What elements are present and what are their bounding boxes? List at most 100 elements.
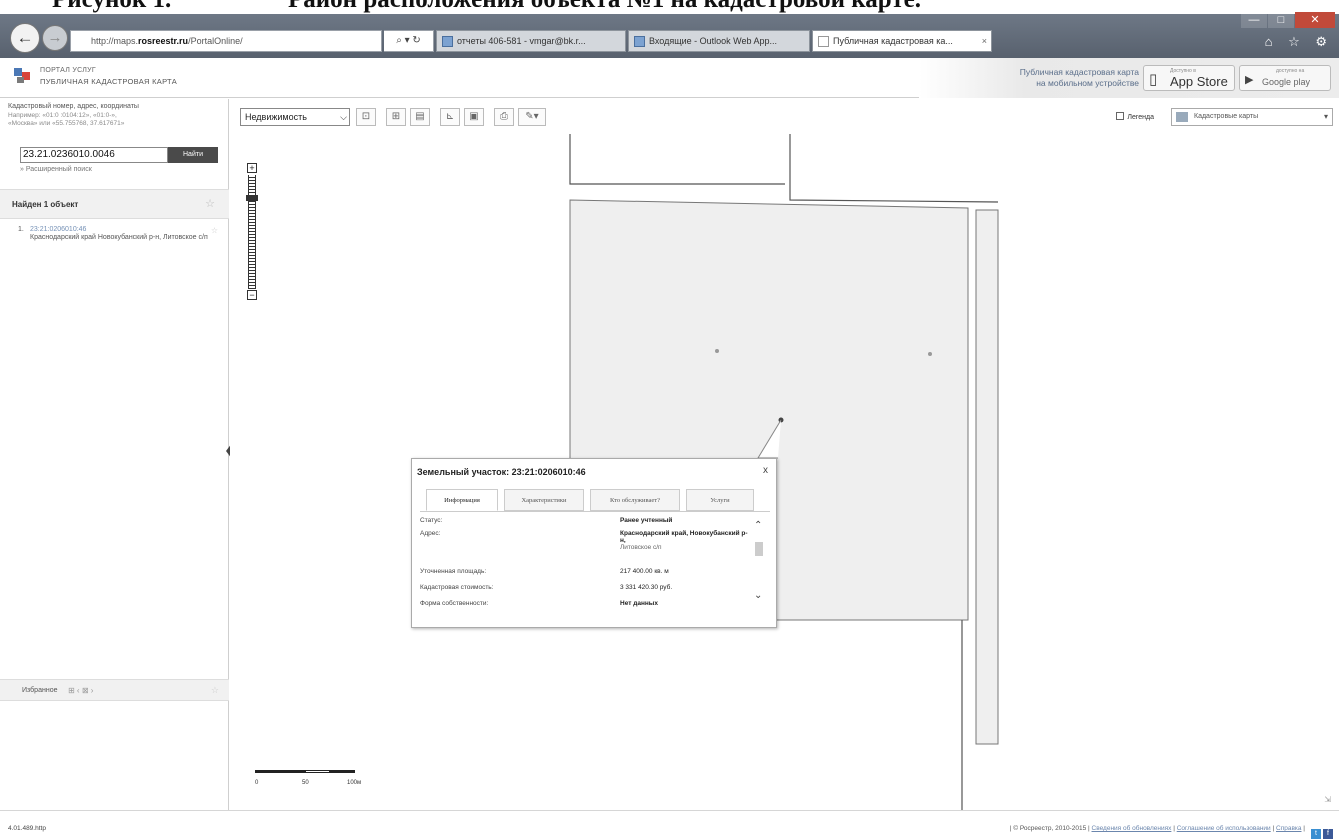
draw-tool-icon[interactable]: ✎▾: [518, 108, 546, 126]
address-bar[interactable]: http://maps.rosreestr.ru/PortalOnline/: [70, 30, 382, 52]
layer-select-value: Недвижимость: [245, 112, 307, 122]
mobile-app-text[interactable]: Публичная кадастровая карта на мобильном…: [949, 67, 1139, 89]
tab-label: Входящие - Outlook Web App...: [649, 36, 778, 46]
browser-toolbar: ← → http://maps.rosreestr.ru/PortalOnlin…: [0, 12, 1339, 58]
info-key: Статус:: [420, 517, 443, 524]
tab-info[interactable]: Информация: [426, 489, 498, 511]
point-marker: [715, 349, 719, 353]
search-hint-example2: «Москва» или «55.755768, 37.617671»: [8, 120, 125, 127]
minimize-button[interactable]: —: [1241, 12, 1267, 28]
tab-services[interactable]: Услуги: [686, 489, 754, 511]
rosreestr-logo-icon: [14, 66, 34, 84]
document-caption: Рисунок 1. Район расположения объекта №1…: [0, 0, 1339, 14]
favorites-star-icon[interactable]: ☆: [211, 685, 219, 696]
browser-tab[interactable]: Входящие - Outlook Web App...: [628, 30, 810, 52]
tab-favicon-icon: [634, 36, 645, 47]
caption-number: Рисунок 1.: [52, 0, 171, 14]
terms-link[interactable]: Соглашение об использовании: [1177, 825, 1271, 832]
result-cadastral-id[interactable]: 23:21:0206010:46: [30, 226, 220, 234]
point-marker: [928, 352, 932, 356]
scroll-thumb[interactable]: [755, 542, 763, 556]
tab-label: Публичная кадастровая ка...: [833, 36, 953, 46]
favorites-nav-icons[interactable]: ⊞ ‹ ⊠ ›: [68, 686, 93, 695]
appstore-button[interactable]: ▯ Доступно в App Store: [1143, 65, 1235, 91]
version-label: 4.01.489.http: [8, 825, 46, 832]
tab-label: отчеты 406-581 - vmgar@bk.r...: [457, 36, 586, 46]
left-panel: Кадастровый номер, адрес, координаты Нап…: [0, 99, 229, 810]
url-prefix: http://maps.: [91, 36, 139, 46]
forward-button[interactable]: →: [42, 25, 68, 51]
close-window-button[interactable]: ✕: [1295, 12, 1335, 28]
tab-characteristics[interactable]: Характеристики: [504, 489, 584, 511]
select-area-icon[interactable]: ⊞: [386, 108, 406, 126]
results-count: Найден 1 объект: [12, 200, 79, 209]
back-button[interactable]: ←: [10, 23, 40, 53]
result-address: Краснодарский край Новокубанский р-н, Ли…: [30, 234, 208, 241]
info-value: 3 331 420.30 руб.: [620, 584, 673, 591]
resize-grip-icon[interactable]: ⇲: [1324, 795, 1331, 804]
info-key: Адрес:: [420, 530, 441, 537]
scroll-up-icon[interactable]: ⌃: [754, 520, 762, 531]
twitter-icon[interactable]: t: [1311, 829, 1321, 839]
scale-label: 100м: [347, 780, 362, 786]
help-link[interactable]: Справка: [1276, 825, 1302, 832]
googleplay-small-label: доступно на: [1276, 68, 1305, 74]
list-item[interactable]: 1. 23:21:0206010:46 Краснодарский край Н…: [18, 226, 220, 242]
search-hint-examples: Например: «01:0 :0104:12», «01:0-», «Мос…: [8, 112, 223, 128]
scroll-down-icon[interactable]: ⌄: [754, 590, 762, 601]
map-canvas[interactable]: [230, 134, 1339, 810]
zoom-slider-thumb[interactable]: [246, 195, 258, 201]
browser-toolbar-icons[interactable]: ⌂ ☆ ⚙: [1265, 34, 1333, 50]
browser-tab[interactable]: отчеты 406-581 - vmgar@bk.r...: [436, 30, 626, 52]
layer-select[interactable]: Недвижимость ⌵: [240, 108, 350, 126]
print-icon[interactable]: ⎙: [494, 108, 514, 126]
zoom-out-button[interactable]: −: [247, 290, 257, 300]
browser-tab-active[interactable]: Публичная кадастровая ка... ×: [812, 30, 992, 52]
search-input[interactable]: 23.21.0236010.0046: [20, 147, 168, 163]
tab-close-icon[interactable]: ×: [982, 31, 987, 51]
maximize-button[interactable]: □: [1268, 12, 1294, 28]
search-button[interactable]: Найти: [168, 147, 218, 163]
zoom-in-button[interactable]: +: [247, 163, 257, 173]
parcel-info-popup: Земельный участок: 23:21:0206010:46 x Ин…: [411, 458, 777, 628]
favorites-bar: Избранное ⊞ ‹ ⊠ › ☆: [0, 679, 229, 701]
close-icon[interactable]: x: [763, 465, 768, 476]
info-value: 217 400.00 кв. м: [620, 568, 669, 575]
result-star-icon[interactable]: ☆: [211, 226, 218, 235]
zoom-slider[interactable]: [248, 175, 256, 289]
googleplay-button[interactable]: ▶ доступно на Google play: [1239, 65, 1331, 91]
map-area[interactable]: Недвижимость ⌵ ⊡ ⊞ ▤ ⊾ ▣ ⎙ ✎▾ Легенда Ка…: [230, 99, 1339, 810]
portal-title[interactable]: ПУБЛИЧНАЯ КАДАСТРОВАЯ КАРТА: [40, 77, 177, 86]
address-sub: Литовское с/п: [620, 544, 662, 551]
chevron-down-icon: ▾: [1323, 112, 1328, 121]
tab-who-serves[interactable]: Кто обслуживает?: [590, 489, 680, 511]
search-hint-example1: Например: «01:0 :0104:12», «01:0-»,: [8, 112, 117, 119]
popup-scrollbar[interactable]: ⌃ ⌄: [754, 520, 764, 610]
advanced-search-link[interactable]: » Расширенный поиск: [20, 166, 92, 173]
updates-link[interactable]: Сведения об обновлениях: [1092, 825, 1172, 832]
results-header: Найден 1 объект ☆: [0, 189, 229, 219]
separator: |: [1301, 825, 1305, 832]
googleplay-label: Google play: [1262, 77, 1311, 87]
facebook-icon[interactable]: f: [1323, 829, 1333, 839]
info-key: Уточненная площадь:: [420, 568, 487, 575]
tab-favicon-icon: [442, 36, 453, 47]
identify-tool-icon[interactable]: ⊡: [356, 108, 376, 126]
address-bar-icons[interactable]: ⌕ ▾ ↻: [384, 30, 434, 52]
basemap-select[interactable]: Кадастровые карты ▾: [1171, 108, 1333, 126]
measure-icon[interactable]: ⊾: [440, 108, 460, 126]
land-parcel-strip[interactable]: [975, 209, 999, 745]
url-domain: rosreestr.ru: [138, 36, 189, 46]
boundary-line: [569, 134, 785, 185]
search-hint-title: Кадастровый номер, адрес, координаты: [8, 103, 139, 110]
popup-tabs: Информация Характеристики Кто обслуживае…: [426, 489, 766, 511]
window-controls: — □ ✕: [1240, 12, 1335, 28]
footer-links: | © Росреестр, 2010-2015 | Сведения об о…: [1010, 825, 1305, 832]
clear-icon[interactable]: ▣: [464, 108, 484, 126]
info-value: Нет данных: [620, 600, 658, 607]
legend-checkbox[interactable]: Легенда: [1116, 112, 1154, 121]
star-icon[interactable]: ☆: [205, 197, 215, 210]
address-value: Краснодарский край, Новокубанский р-н,: [620, 530, 748, 544]
layers-icon[interactable]: ▤: [410, 108, 430, 126]
info-value: Краснодарский край, Новокубанский р-н, Л…: [620, 530, 750, 551]
